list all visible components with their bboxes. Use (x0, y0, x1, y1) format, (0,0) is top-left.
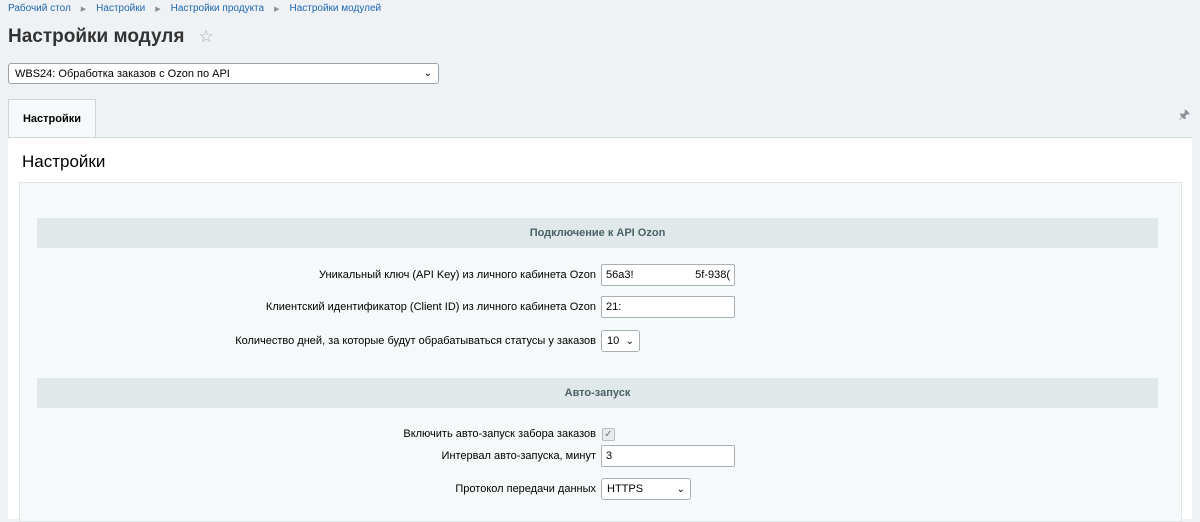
field-row-protocol: Протокол передачи данных HTTPS ⌄ (20, 478, 1183, 502)
field-row-api-key: Уникальный ключ (API Key) из личного каб… (20, 264, 1183, 288)
chevron-down-icon: ⌄ (625, 335, 634, 347)
breadcrumb-separator-icon: ▶ (80, 5, 87, 13)
interval-input[interactable]: 3 (601, 445, 735, 467)
protocol-select[interactable]: HTTPS ⌄ (601, 478, 691, 500)
favorite-star-icon[interactable]: ☆ (198, 27, 213, 47)
panel-title: Настройки (22, 152, 106, 171)
days-select[interactable]: 10 ⌄ (601, 330, 640, 352)
days-label: Количество дней, за которые будут обраба… (235, 335, 596, 347)
client-id-input[interactable]: 21: (601, 296, 735, 318)
breadcrumb-module-settings[interactable]: Настройки модулей (289, 3, 381, 14)
days-select-value: 10 (607, 335, 620, 347)
api-key-value-start: 56a3! (606, 269, 634, 281)
module-select-value: WBS24: Обработка заказов с Ozon по API (15, 67, 230, 80)
field-row-client-id: Клиентский идентификатор (Client ID) из … (20, 296, 1183, 320)
settings-form: Подключение к API Ozon Уникальный ключ (… (19, 182, 1182, 522)
breadcrumb-separator-icon: ▶ (155, 5, 161, 13)
enable-autorun-checkbox[interactable]: ✓ (602, 428, 615, 441)
tab-settings[interactable]: Настройки (8, 99, 96, 137)
enable-autorun-label: Включить авто-запуск забора заказов (403, 428, 596, 440)
interval-value: 3 (606, 450, 613, 462)
chevron-down-icon: ⌄ (423, 68, 432, 79)
breadcrumb-settings[interactable]: Настройки (96, 3, 145, 14)
page-title: Настройки модуля (8, 26, 185, 47)
api-key-label: Уникальный ключ (API Key) из личного каб… (319, 269, 596, 281)
protocol-select-value: HTTPS (607, 483, 644, 495)
api-key-value-end: 5f-938( (695, 269, 730, 281)
field-row-interval: Интервал авто-запуска, минут 3 (20, 445, 1183, 469)
breadcrumb: Рабочий стол ▶ Настройки ▶ Настройки про… (8, 3, 381, 14)
page-title-row: Настройки модуля ☆ (8, 26, 214, 48)
chevron-down-icon: ⌄ (676, 483, 685, 495)
client-id-value: 21: (606, 301, 622, 313)
field-row-days: Количество дней, за которые будут обраба… (20, 330, 1183, 354)
field-row-enable-autorun: Включить авто-запуск забора заказов ✓ (20, 423, 1183, 447)
pin-icon[interactable]: 🖈 (1178, 106, 1190, 128)
module-select[interactable]: WBS24: Обработка заказов с Ozon по API ⌄ (8, 63, 439, 84)
settings-panel: Настройки Подключение к API Ozon Уникаль… (8, 137, 1192, 522)
breadcrumb-product-settings[interactable]: Настройки продукта (171, 3, 264, 14)
breadcrumb-desktop[interactable]: Рабочий стол (8, 3, 71, 14)
client-id-label: Клиентский идентификатор (Client ID) из … (265, 301, 596, 313)
api-key-input[interactable]: 56a3! 5f-938( (601, 264, 735, 286)
section-header-autorun: Авто-запуск (37, 378, 1158, 408)
section-header-api: Подключение к API Ozon (37, 218, 1158, 248)
protocol-label: Протокол передачи данных (455, 483, 596, 495)
interval-label: Интервал авто-запуска, минут (441, 450, 596, 462)
breadcrumb-separator-icon: ▶ (274, 5, 280, 13)
